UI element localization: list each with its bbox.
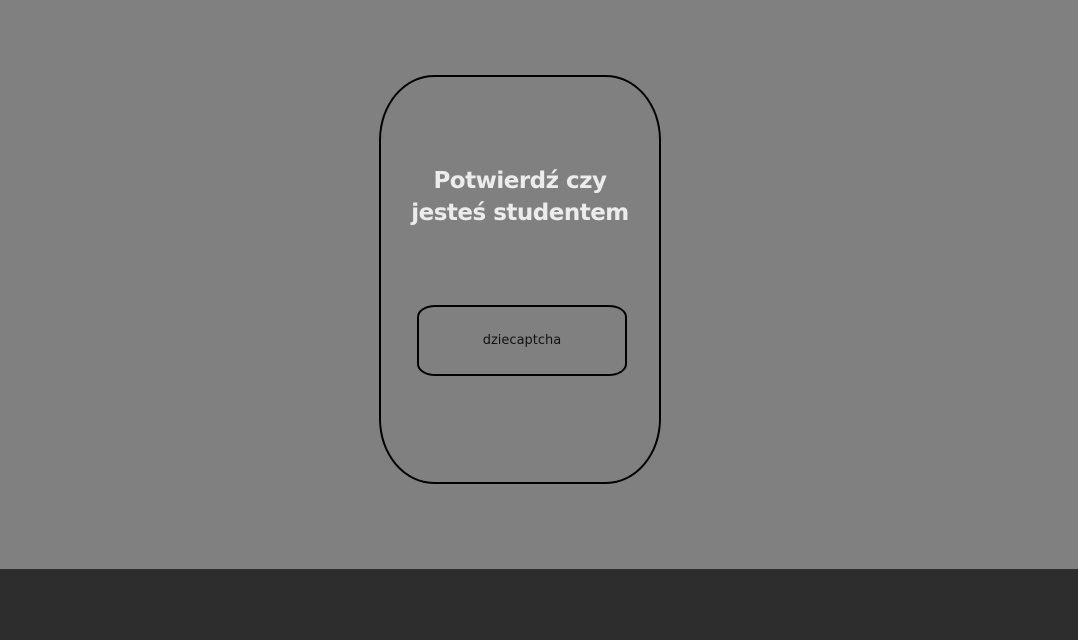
card-title: Potwierdź czy jesteś studentem	[381, 165, 659, 229]
captcha-button[interactable]: dziecaptcha	[417, 305, 627, 376]
verification-card: Potwierdź czy jesteś studentem dziecaptc…	[379, 75, 661, 484]
bottom-bar	[0, 569, 1078, 640]
title-line-2: jesteś studentem	[411, 200, 629, 226]
title-line-1: Potwierdź czy	[433, 168, 607, 194]
